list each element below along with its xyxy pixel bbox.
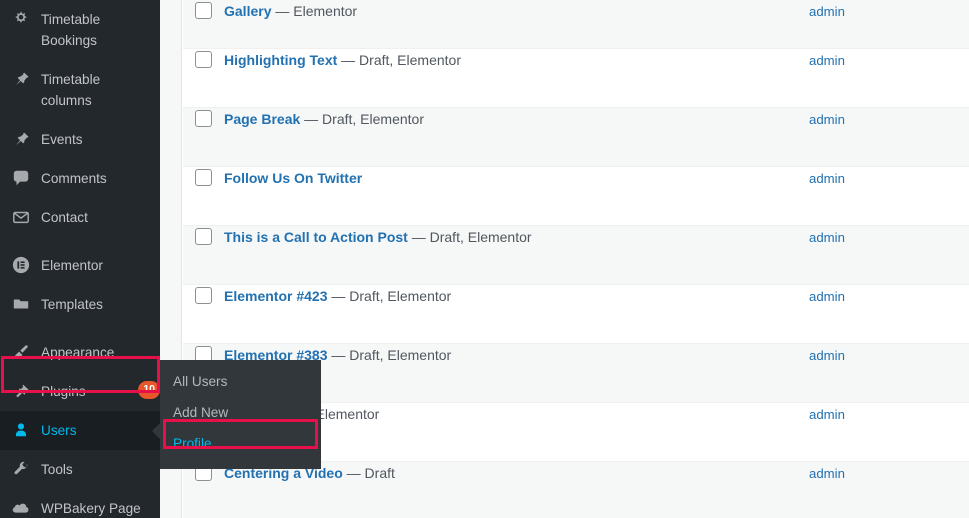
sidebar-item-elementor[interactable]: Elementor — [0, 246, 160, 285]
folder-icon — [11, 294, 31, 314]
submenu-item-all-users[interactable]: All Users — [160, 367, 321, 398]
row-select-cell — [183, 108, 224, 127]
gear-icon — [11, 9, 31, 29]
row-title-cell: Highlighting Text — Draft, Elementor — [224, 49, 809, 70]
post-title-link[interactable]: This is a Call to Action Post — [224, 229, 408, 245]
admin-sidebar-menu: Timetable Bookings Timetable columns Eve… — [0, 0, 160, 518]
post-author-link[interactable]: admin — [809, 344, 969, 365]
sidebar-item-label: Elementor — [41, 258, 103, 273]
post-meta: — Draft, Elementor — [300, 111, 424, 127]
submenu-item-add-new[interactable]: Add New — [160, 398, 321, 429]
wordpress-admin-screen: Timetable Bookings Timetable columns Eve… — [0, 0, 969, 518]
table-row[interactable]: Centering a Video — Draft admin — [183, 462, 969, 518]
submenu-pointer-arrow — [152, 422, 160, 439]
plug-icon — [11, 381, 31, 401]
post-meta: — Draft — [342, 465, 395, 481]
sidebar-item-label: Timetable Bookings — [41, 12, 101, 48]
row-title-cell: Page Break — Draft, Elementor — [224, 108, 809, 129]
post-author-link[interactable]: admin — [809, 226, 969, 247]
sidebar-item-label: Plugins — [41, 384, 86, 399]
post-author-link[interactable]: admin — [809, 403, 969, 424]
post-meta: — Draft, Elementor — [327, 288, 452, 304]
post-author-link[interactable]: admin — [809, 462, 969, 483]
users-submenu-flyout: All Users Add New Profile — [160, 360, 321, 469]
sidebar-item-label: Tools — [41, 462, 73, 477]
post-author-link[interactable]: admin — [809, 0, 969, 21]
sidebar-item-contact[interactable]: Contact — [0, 198, 160, 237]
sidebar-item-label: WPBakery Page Builder — [41, 501, 141, 516]
row-checkbox[interactable] — [195, 169, 212, 186]
row-title-cell: This is a Call to Action Post — Draft, E… — [224, 226, 809, 247]
table-row[interactable]: This is a Call to Action Post — Draft, E… — [183, 226, 969, 285]
sidebar-item-appearance[interactable]: Appearance — [0, 333, 160, 372]
comment-icon — [11, 168, 31, 188]
mail-icon — [11, 207, 31, 227]
sidebar-item-label: Timetable columns — [41, 72, 101, 108]
post-title-link[interactable]: Page Break — [224, 111, 300, 127]
row-title-cell: Elementor #423 — Draft, Elementor — [224, 285, 809, 306]
row-checkbox[interactable] — [195, 51, 212, 68]
post-author-link[interactable]: admin — [809, 167, 969, 188]
table-row[interactable]: Follow Us On Twitter admin — [183, 167, 969, 226]
sidebar-item-users[interactable]: Users — [0, 411, 160, 450]
pin-icon — [11, 129, 31, 149]
row-select-cell — [183, 226, 224, 245]
sidebar-item-plugins[interactable]: Plugins 10 — [0, 372, 160, 411]
post-meta: — Draft, Elementor — [407, 229, 532, 245]
post-author-link[interactable]: admin — [809, 49, 969, 70]
post-meta: — Draft, Elementor — [327, 347, 452, 363]
sidebar-item-label: Comments — [41, 171, 107, 186]
submenu-item-profile[interactable]: Profile — [160, 429, 321, 460]
paintbrush-icon — [11, 342, 31, 362]
table-row[interactable]: Elementor #423 — Draft, Elementor admin — [183, 285, 969, 344]
post-title-link[interactable]: Elementor #423 — [224, 288, 328, 304]
elementor-icon — [11, 255, 31, 275]
row-title-cell: Follow Us On Twitter — [224, 167, 809, 188]
sidebar-item-timetable-bookings[interactable]: Timetable Bookings — [0, 0, 160, 60]
post-title-link[interactable]: Follow Us On Twitter — [224, 170, 362, 186]
sidebar-item-tools[interactable]: Tools — [0, 450, 160, 489]
row-select-cell — [183, 0, 224, 19]
sidebar-item-label: Events — [41, 132, 83, 147]
sidebar-item-label: Contact — [41, 210, 88, 225]
post-author-link[interactable]: admin — [809, 108, 969, 129]
row-select-cell — [183, 285, 224, 304]
sidebar-item-events[interactable]: Events — [0, 120, 160, 159]
sidebar-item-templates[interactable]: Templates — [0, 285, 160, 324]
row-checkbox[interactable] — [195, 2, 212, 19]
post-meta: — Draft, Elementor — [337, 52, 461, 68]
post-title-link[interactable]: Gallery — [224, 3, 271, 19]
row-select-cell — [183, 49, 224, 68]
post-author-link[interactable]: admin — [809, 285, 969, 306]
row-select-cell — [183, 167, 224, 186]
plugins-update-badge: 10 — [138, 381, 160, 399]
sidebar-item-wpbakery-page-builder[interactable]: WPBakery Page Builder — [0, 489, 160, 518]
post-meta: — Elementor — [271, 3, 358, 19]
table-row[interactable]: Highlighting Text — Draft, Elementor adm… — [183, 49, 969, 108]
sidebar-item-timetable-columns[interactable]: Timetable columns — [0, 60, 160, 120]
sidebar-item-label: Users — [41, 423, 77, 438]
sidebar-item-label: Templates — [41, 297, 103, 312]
pin-icon — [11, 69, 31, 89]
post-title-link[interactable]: Highlighting Text — [224, 52, 337, 68]
table-row[interactable]: Gallery — Elementor admin — [183, 0, 969, 49]
row-checkbox[interactable] — [195, 287, 212, 304]
user-icon — [11, 420, 31, 440]
row-checkbox[interactable] — [195, 228, 212, 245]
table-row[interactable]: Page Break — Draft, Elementor admin — [183, 108, 969, 167]
sidebar-item-label: Appearance — [41, 345, 115, 360]
row-checkbox[interactable] — [195, 110, 212, 127]
row-title-cell: Gallery — Elementor — [224, 0, 809, 21]
cloud-icon — [11, 498, 31, 518]
sidebar-item-comments[interactable]: Comments — [0, 159, 160, 198]
wrench-icon — [11, 459, 31, 479]
